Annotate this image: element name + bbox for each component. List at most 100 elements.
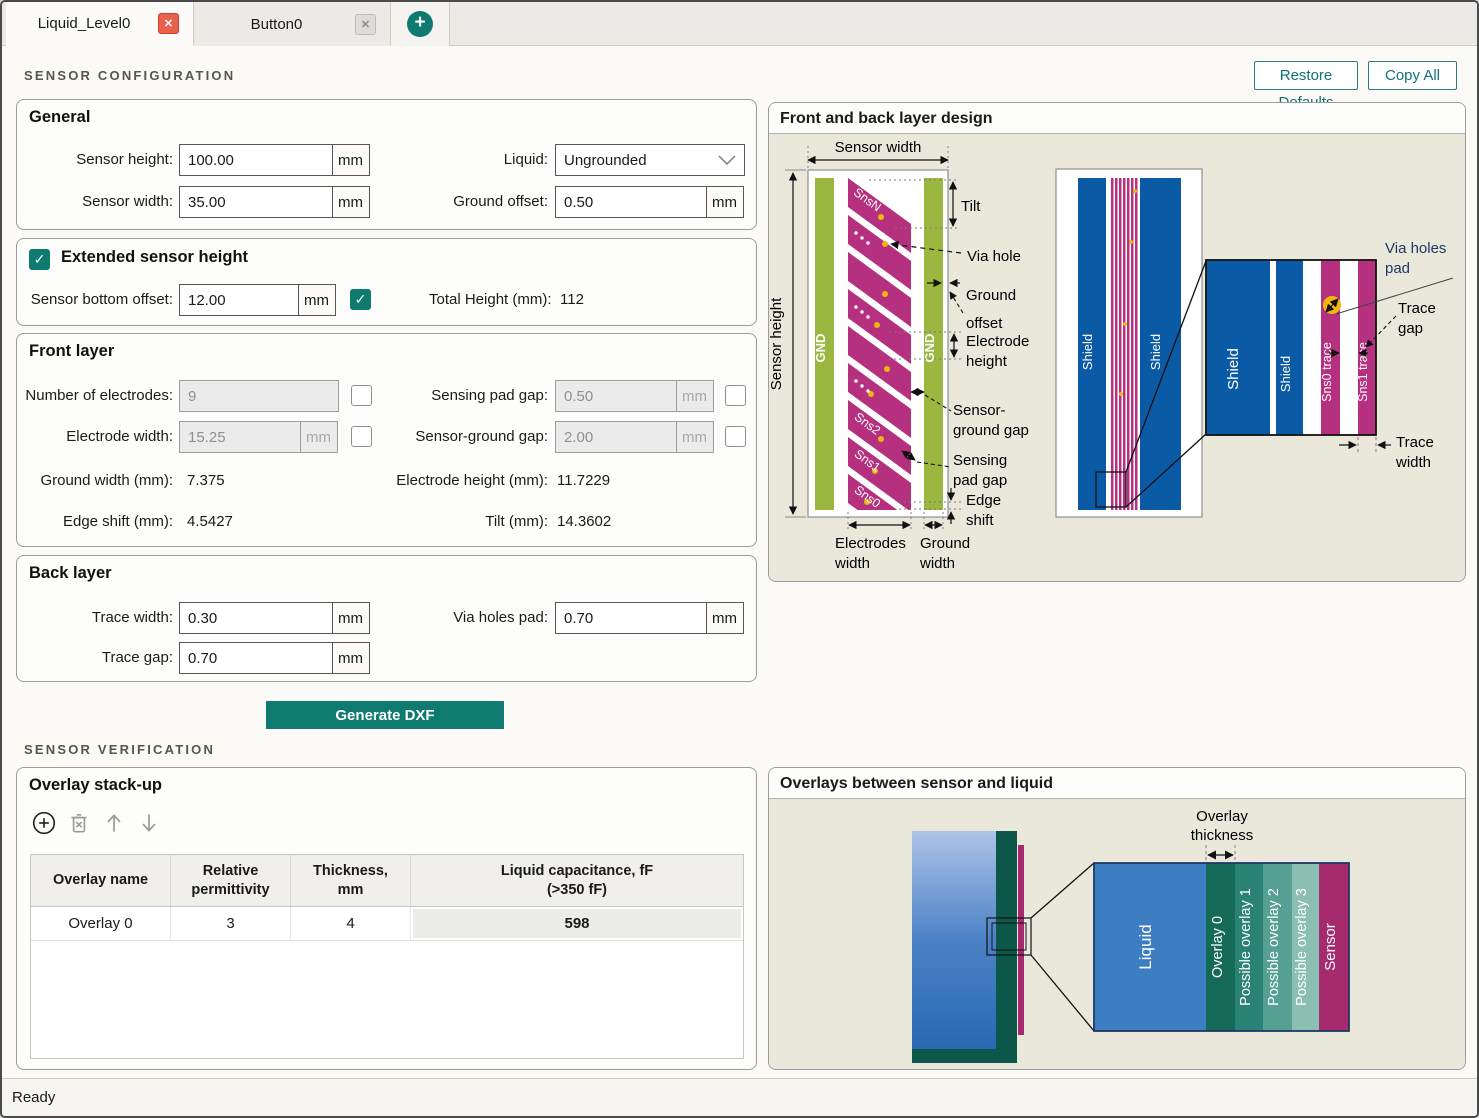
permittivity-cell[interactable]: 3: [171, 907, 291, 940]
sns0-trace-label: Sns0 trace: [1320, 342, 1334, 402]
capacitance-value: 598: [413, 909, 741, 938]
restore-defaults-button[interactable]: Restore Defaults: [1254, 61, 1358, 111]
via-holes-pad-label-1: Via holes: [1385, 240, 1446, 257]
add-tab-button[interactable]: +: [407, 11, 433, 37]
extended-sensor-height-checkbox[interactable]: ✓: [29, 249, 50, 270]
sensor-label: Sensor: [1322, 923, 1339, 971]
status-text: Ready: [12, 1089, 56, 1106]
sensor-ground-gap-label-2: ground gap: [953, 422, 1029, 439]
sensor-bottom-offset-input[interactable]: [179, 284, 299, 316]
col-relative-permittivity: Relative permittivity: [171, 855, 291, 906]
overlays-diagram: Liquid Overlay 0 Possible overlay 1 Poss…: [912, 808, 1350, 1063]
sensor-width-label: Sensor width:: [82, 193, 173, 210]
move-overlay-up-icon[interactable]: [101, 810, 127, 836]
sensor-verification-title: SENSOR VERIFICATION: [24, 742, 216, 757]
shield-label: Shield: [1225, 348, 1242, 390]
close-tab-icon[interactable]: ✕: [158, 13, 179, 34]
back-layer-detail: Shield Shield Sns0 trace Sns1 trace: [1205, 259, 1377, 436]
move-overlay-down-icon[interactable]: [136, 810, 162, 836]
liquid-container: [912, 831, 1024, 1063]
overlay0-label: Overlay 0: [1210, 916, 1226, 978]
col-capacitance-line2: (>350 fF): [546, 881, 608, 898]
panel-title: Front and back layer design: [769, 103, 1465, 134]
sensor-configuration-title: SENSOR CONFIGURATION: [24, 68, 236, 83]
unit-mm: mm: [675, 380, 714, 412]
possible-overlay3-label: Possible overlay 3: [1294, 888, 1310, 1006]
check-icon: ✓: [33, 251, 46, 267]
sensing-pad-gap-checkbox[interactable]: [725, 385, 746, 406]
ground-width-value: 7.375: [187, 472, 225, 489]
number-of-electrodes-input[interactable]: [179, 380, 339, 412]
trace-gap-input[interactable]: [179, 642, 333, 674]
tab-liquid-level0[interactable]: Liquid_Level0 ✕: [6, 2, 194, 46]
electrode-width-input[interactable]: [179, 421, 301, 453]
panel-title: General: [29, 108, 91, 126]
table-row: Overlay 0 3 4 598: [31, 907, 743, 941]
sensor-height-label: Sensor height: [769, 297, 785, 390]
unit-mm: mm: [331, 642, 370, 674]
sensor-ground-gap-checkbox[interactable]: [725, 426, 746, 447]
col-thickness: Thickness, mm: [291, 855, 411, 906]
sensor-bottom-offset-label: Sensor bottom offset:: [30, 291, 173, 308]
panel-title: Overlay stack-up: [29, 776, 162, 794]
sensor-ground-gap-input[interactable]: [555, 421, 677, 453]
possible-overlay1-label: Possible overlay 1: [1238, 888, 1254, 1006]
ground-offset-input[interactable]: [555, 186, 707, 218]
sensor-height-input[interactable]: [179, 144, 333, 176]
shield-label: Shield: [1080, 334, 1095, 370]
general-panel: General Sensor height: mm Liquid: Ungrou…: [16, 99, 757, 230]
tab-bar: Liquid_Level0 ✕ Button0 ✕ +: [2, 2, 1477, 46]
ground-offset-label-2: offset: [966, 315, 1003, 332]
electrode-height-label-2: height: [966, 353, 1008, 370]
number-of-electrodes-label: Number of electrodes:: [25, 387, 173, 404]
panel-title: Front layer: [29, 342, 115, 360]
edge-shift-label-1: Edge: [966, 492, 1001, 509]
trace-gap-label-2: gap: [1398, 320, 1423, 337]
col-liquid-capacitance: Liquid capacitance, fF (>350 fF): [411, 855, 743, 906]
ground-width-label-1: Ground: [920, 535, 970, 552]
tab-label: Liquid_Level0: [37, 15, 131, 32]
trace-gap-label-1: Trace: [1398, 300, 1436, 317]
overlay-stackup-panel: Overlay stack-up Overlay name Relative p…: [16, 767, 757, 1070]
sensing-pad-gap-input[interactable]: [555, 380, 677, 412]
delete-overlay-icon[interactable]: [66, 810, 92, 836]
tab-label: Button0: [250, 15, 303, 33]
via-holes-pad-input[interactable]: [555, 602, 707, 634]
tilt-label: Tilt (mm):: [485, 513, 548, 530]
col-capacitance-line1: Liquid capacitance, fF: [500, 863, 654, 880]
sensing-pad-gap-label-2: pad gap: [953, 472, 1007, 489]
sensor-width-label: Sensor width: [835, 139, 922, 156]
via-holes-pad-label-2: pad: [1385, 260, 1410, 277]
close-glyph: ✕: [360, 18, 371, 31]
generate-dxf-button[interactable]: Generate DXF: [266, 701, 504, 729]
unit-mm: mm: [705, 602, 744, 634]
electrode-height-value: 11.7229: [557, 472, 611, 489]
tab-button0[interactable]: Button0 ✕: [194, 2, 391, 46]
sensor-ground-gap-label: Sensor-ground gap:: [415, 428, 548, 445]
add-tab-segment: +: [391, 2, 450, 46]
panel-title: Extended sensor height: [61, 248, 249, 266]
liquid-value: Ungrounded: [564, 151, 647, 169]
overlay-name-cell[interactable]: Overlay 0: [31, 907, 171, 940]
sensor-bottom-offset-checkbox[interactable]: ✓: [350, 289, 371, 310]
overlays-panel: Overlays between sensor and liquid Liqui…: [768, 767, 1466, 1070]
ground-offset-label: Ground offset:: [453, 193, 548, 210]
overlay-stack-detail: Liquid Overlay 0 Possible overlay 1 Poss…: [1093, 862, 1350, 1032]
electrode-width-label: Electrode width:: [66, 428, 173, 445]
trace-width-input[interactable]: [179, 602, 333, 634]
add-overlay-icon[interactable]: [31, 810, 57, 836]
unit-mm: mm: [705, 186, 744, 218]
tilt-value: 14.3602: [557, 513, 612, 530]
thickness-cell[interactable]: 4: [291, 907, 411, 940]
sensor-width-input[interactable]: [179, 186, 333, 218]
sns1-trace-label: Sns1 trace: [1356, 342, 1370, 402]
liquid-select[interactable]: Ungrounded: [555, 144, 745, 176]
trace-gap-label: Trace gap:: [101, 649, 173, 666]
gnd-label: GND: [922, 334, 937, 363]
copy-all-button[interactable]: Copy All: [1368, 61, 1457, 90]
close-tab-icon[interactable]: ✕: [355, 13, 376, 35]
app-window: Liquid_Level0 ✕ Button0 ✕ + SENSOR CONFI…: [0, 0, 1479, 1118]
unit-mm: mm: [675, 421, 714, 453]
panel-title: Back layer: [29, 564, 112, 582]
sensing-pad-gap-label-1: Sensing: [953, 452, 1007, 469]
